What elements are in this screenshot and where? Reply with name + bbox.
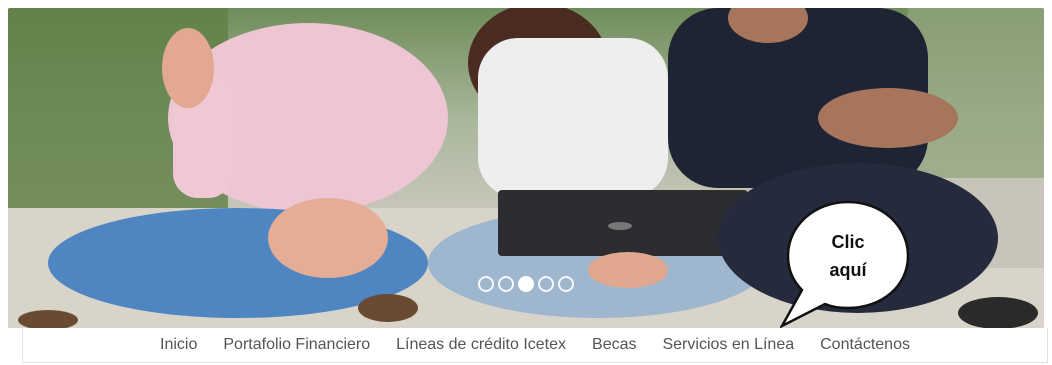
carousel-indicators: [478, 276, 574, 292]
carousel-dot-5[interactable]: [558, 276, 574, 292]
clic-aqui-link[interactable]: Clic aquí: [818, 228, 878, 284]
nav-item-portafolio-financiero[interactable]: Portafolio Financiero: [223, 336, 370, 354]
carousel-dot-4[interactable]: [538, 276, 554, 292]
nav-item-lineas-credito-icetex[interactable]: Líneas de crédito Icetex: [396, 336, 566, 354]
callout-line-2: aquí: [829, 260, 867, 280]
nav-item-servicios-en-linea[interactable]: Servicios en Línea: [662, 336, 794, 354]
nav-item-contactenos[interactable]: Contáctenos: [820, 336, 910, 354]
main-navigation: Inicio Portafolio Financiero Líneas de c…: [22, 328, 1048, 363]
nav-item-inicio[interactable]: Inicio: [160, 336, 197, 354]
nav-item-becas[interactable]: Becas: [592, 336, 636, 354]
carousel-dot-2[interactable]: [498, 276, 514, 292]
carousel-dot-1[interactable]: [478, 276, 494, 292]
callout-line-1: Clic: [831, 232, 865, 252]
carousel-dot-3[interactable]: [518, 276, 534, 292]
